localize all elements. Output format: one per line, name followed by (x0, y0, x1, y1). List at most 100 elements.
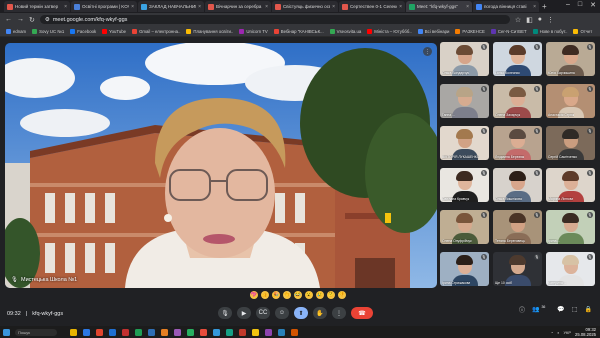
bookmark-item[interactable]: ednam (6, 28, 26, 34)
taskbar-search-input[interactable]: Пошук (15, 328, 57, 336)
taskbar-app-icon[interactable] (174, 328, 181, 336)
taskbar-app-icon[interactable] (239, 328, 246, 336)
site-info-icon[interactable]: ⚙ (45, 17, 50, 23)
taskbar-app-icon[interactable] (109, 328, 116, 336)
taskbar-app-icon[interactable] (200, 328, 207, 336)
activities-icon[interactable]: ⬚ (572, 306, 578, 313)
browser-tab[interactable]: Meet: "kfq-wkyf-ggs" × (406, 1, 472, 12)
participant-tile[interactable]: 🎙 Ще 10 осіб (493, 252, 542, 286)
new-tab-button[interactable]: + (542, 2, 547, 11)
start-icon[interactable] (3, 328, 10, 336)
star-icon[interactable]: ☆ (515, 16, 521, 24)
more-options-button[interactable]: ⋮ (332, 307, 346, 319)
participant-tile[interactable]: 🎙 Lariso Колесник (493, 42, 542, 76)
volume-icon[interactable]: ◗ (557, 330, 559, 335)
tab-close-icon[interactable]: × (131, 4, 134, 10)
tab-close-icon[interactable]: × (332, 4, 335, 10)
system-clock[interactable]: 09:32 25.08.2025 (575, 327, 596, 337)
camera-button[interactable]: ▶ (237, 307, 251, 319)
reaction-emoji-icon[interactable]: 👍 (261, 291, 269, 299)
forward-icon[interactable]: → (17, 16, 24, 23)
taskbar-app-icon[interactable] (213, 328, 220, 336)
participant-tile[interactable]: 🎙 Ганна ... (440, 84, 489, 118)
browser-tab[interactable]: Сертествен 0-1 Селекс × (339, 1, 405, 12)
taskbar-app-icon[interactable] (187, 328, 194, 336)
participant-tile[interactable]: 🎙 Ольга Бондарчук (440, 42, 489, 76)
browser-tab[interactable]: погода вінниця ставі × (473, 1, 539, 12)
participant-tile[interactable]: 🎙 Людмила Березюк (493, 126, 542, 160)
end-call-button[interactable]: ☎ (351, 307, 373, 319)
participant-tile[interactable]: 🎙 ВІКТОРІЯ ЛУКАШЕНКО (440, 126, 489, 160)
tab-close-icon[interactable]: × (198, 4, 201, 10)
bookmark-item[interactable]: Вебінар "КАНІВСЬК... (273, 28, 324, 34)
bookmark-item[interactable]: YouTube (102, 28, 126, 34)
reaction-emoji-icon[interactable]: 🎉 (272, 291, 280, 299)
reactions-button[interactable]: ☺ (275, 307, 289, 319)
participant-tile[interactable]: 🎙 Ірина Стрижакова (440, 252, 489, 286)
taskbar-app-icon[interactable] (226, 328, 233, 336)
participant-tile[interactable]: 🎙 Ольга Вишнікова (493, 168, 542, 202)
url-input[interactable]: ⚙ meet.google.com/kfq-wkyf-ggs (39, 15, 510, 24)
tab-close-icon[interactable]: × (466, 4, 469, 10)
taskbar-app-icon[interactable] (148, 328, 155, 336)
profile-icon[interactable]: ● (538, 16, 542, 23)
bookmark-item[interactable]: Unicorn TV (239, 28, 268, 34)
participant-tile[interactable]: 🎙 Олена Захарчук (493, 84, 542, 118)
maximize-icon[interactable]: □ (578, 1, 582, 9)
raise-hand-button[interactable]: ✋ (313, 307, 327, 319)
reaction-emoji-icon[interactable]: 😢 (316, 291, 324, 299)
taskbar-app-icon[interactable] (291, 328, 298, 336)
browser-tab[interactable]: Освітні програми | KOV × (71, 1, 137, 12)
browser-menu-icon[interactable]: ⋮ (547, 16, 554, 24)
language-indicator[interactable]: УКР (563, 330, 571, 335)
tile-options-icon[interactable]: ⋮ (423, 47, 432, 56)
tab-close-icon[interactable]: × (533, 4, 536, 10)
wifi-icon[interactable]: ◔ (551, 330, 553, 335)
captions-button[interactable]: CC (256, 307, 270, 319)
browser-tab[interactable]: Вічнарчин за серебра × (205, 1, 271, 12)
participant-tile[interactable]: 🎙 Тетяна Береговець (493, 210, 542, 244)
taskbar-app-icon[interactable] (135, 328, 142, 336)
reaction-emoji-icon[interactable]: 😮 (305, 291, 313, 299)
present-button[interactable]: ⬆ (294, 307, 308, 319)
tab-close-icon[interactable]: × (64, 4, 67, 10)
taskbar-app-icon[interactable] (278, 328, 285, 336)
tab-close-icon[interactable]: × (265, 4, 268, 10)
reaction-emoji-icon[interactable]: 😂 (294, 291, 302, 299)
reload-icon[interactable]: ↻ (29, 16, 35, 24)
bookmark-item[interactable]: Планування освіти.. (186, 28, 233, 34)
reaction-emoji-icon[interactable]: 👏 (283, 291, 291, 299)
people-icon[interactable]: 👥 (532, 306, 539, 313)
bookmark-item[interactable]: Vseosvita.ua (329, 28, 361, 34)
bookmark-item[interactable]: Gmail – електронна.. (132, 28, 180, 34)
browser-tab[interactable]: Новий термін затвер × (4, 1, 70, 12)
back-icon[interactable]: ← (5, 16, 12, 23)
participant-tile[interactable]: 🎙 Сергій Самітченко (546, 126, 595, 160)
participant-tile[interactable]: 🎙 Олена Онуфрійчук (440, 210, 489, 244)
minimize-icon[interactable]: – (566, 1, 570, 9)
reaction-emoji-icon[interactable]: 🤔 (327, 291, 335, 299)
bookmark-item[interactable]: Facebook (70, 28, 96, 34)
bookmark-item[interactable]: Sovy UC №1 (32, 28, 64, 34)
taskbar-app-icon[interactable] (70, 328, 77, 336)
taskbar-app-icon[interactable] (265, 328, 272, 336)
participant-tile[interactable]: 🎙 Катерина ... (546, 252, 595, 286)
taskbar-app-icon[interactable] (161, 328, 168, 336)
bookmark-item[interactable]: Отчет (573, 28, 592, 34)
participant-tile[interactable]: 🎙 Марина Ліпнова (546, 168, 595, 202)
reaction-emoji-icon[interactable]: 💖 (250, 291, 258, 299)
browser-tab[interactable]: Свістуяць физично осв × (272, 1, 338, 12)
taskbar-app-icon[interactable] (96, 328, 103, 336)
participant-tile[interactable]: 🎙 Ірина ... (546, 210, 595, 244)
tab-close-icon[interactable]: × (399, 4, 402, 10)
taskbar-app-icon[interactable] (122, 328, 129, 336)
bookmark-item[interactable]: РАЗКЕНСЕ (455, 28, 485, 34)
bookmark-item[interactable]: Всі вебінари (417, 28, 449, 34)
bookmark-item[interactable]: Нове в побут.. (532, 28, 567, 34)
chat-icon[interactable]: 💬 (557, 306, 564, 313)
main-video-tile[interactable]: ⋮ 🎙 Мистецька Школа №1 (5, 43, 437, 288)
meeting-details-icon[interactable]: ⓘ (519, 305, 525, 314)
participant-tile[interactable]: 🎙 Юлія Харчишина (546, 42, 595, 76)
host-controls-icon[interactable]: 🔒 (585, 306, 592, 313)
bookmark-item[interactable]: Мініста – Ютуббб.. (367, 28, 412, 34)
